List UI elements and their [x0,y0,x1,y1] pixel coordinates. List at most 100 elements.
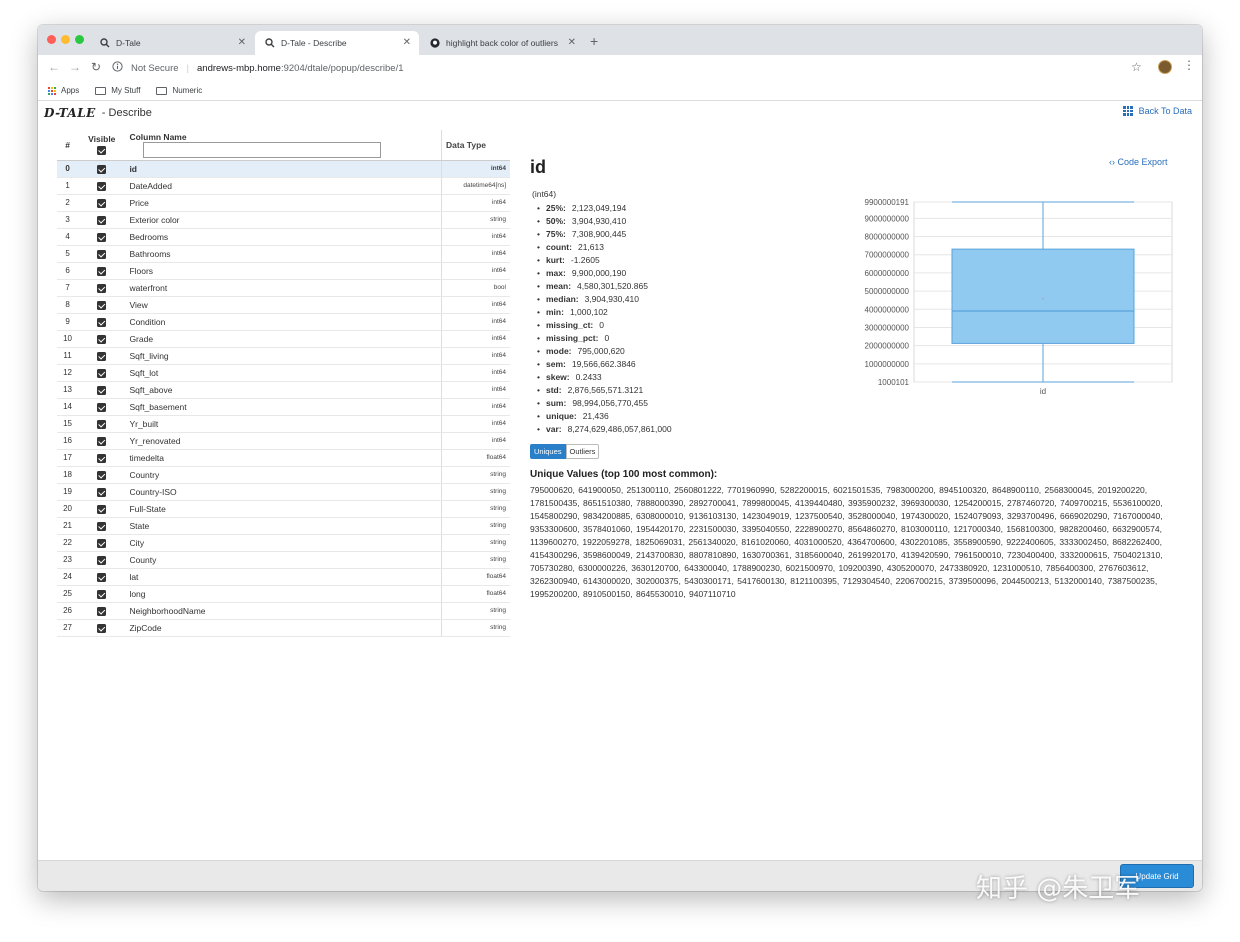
table-row[interactable]: 12 Sqft_lot int64 [57,364,510,382]
column-name-cell[interactable]: long [125,585,443,603]
close-icon[interactable]: ✕ [403,37,411,48]
column-name-cell[interactable]: lat [125,568,443,586]
bookmark-numeric[interactable]: Numeric [156,86,202,95]
table-row[interactable]: 27 ZipCode string [57,619,510,637]
visible-checkbox[interactable] [97,385,107,395]
table-row[interactable]: 1 DateAdded datetime64[ns] [57,177,510,195]
column-name-cell[interactable]: Yr_renovated [125,432,443,450]
column-name-cell[interactable]: NeighborhoodName [125,602,443,620]
info-icon[interactable] [112,61,123,75]
visible-checkbox[interactable] [97,300,107,310]
table-row[interactable]: 22 City string [57,534,510,552]
code-export-link[interactable]: ‹› Code Export [1109,157,1168,167]
table-row[interactable]: 14 Sqft_basement int64 [57,398,510,416]
bookmark-apps[interactable]: Apps [48,86,79,95]
column-name-cell[interactable]: Sqft_above [125,381,443,399]
column-name-cell[interactable]: City [125,534,443,552]
visible-checkbox[interactable] [97,351,107,361]
table-row[interactable]: 8 View int64 [57,296,510,314]
visible-checkbox[interactable] [97,623,107,633]
table-row[interactable]: 3 Exterior color string [57,211,510,229]
visible-checkbox[interactable] [97,402,107,412]
visible-checkbox[interactable] [97,538,107,548]
visible-checkbox[interactable] [97,453,107,463]
visible-checkbox[interactable] [97,470,107,480]
tab-outliers[interactable]: Outliers [565,444,600,459]
visible-checkbox[interactable] [97,606,107,616]
column-name-cell[interactable]: Bedrooms [125,228,443,246]
column-name-cell[interactable]: Bathrooms [125,245,443,263]
visible-checkbox[interactable] [97,368,107,378]
table-row[interactable]: 16 Yr_renovated int64 [57,432,510,450]
table-row[interactable]: 2 Price int64 [57,194,510,212]
visible-checkbox[interactable] [97,436,107,446]
visible-checkbox[interactable] [97,215,107,225]
column-filter-input[interactable] [143,141,382,158]
close-icon[interactable]: ✕ [568,37,576,48]
table-row[interactable]: 9 Condition int64 [57,313,510,331]
table-row[interactable]: 19 Country-ISO string [57,483,510,501]
column-name-cell[interactable]: waterfront [125,279,443,297]
forward-arrow-icon[interactable]: → [69,60,81,74]
star-icon[interactable]: ☆ [1131,60,1142,74]
more-menu-icon[interactable]: ⋮ [1183,58,1195,72]
column-name-cell[interactable]: Country [125,466,443,484]
tab-dtale[interactable]: D-Tale ✕ [90,31,254,55]
column-name-cell[interactable]: View [125,296,443,314]
visible-checkbox[interactable] [97,181,107,191]
visible-checkbox[interactable] [97,164,107,174]
column-name-cell[interactable]: Price [125,194,443,212]
avatar[interactable] [1158,60,1172,74]
back-to-data-link[interactable]: Back To Data [1123,106,1192,116]
table-row[interactable]: 23 County string [57,551,510,569]
address-bar[interactable]: Not Secure | andrews-mbp.home:9204/dtale… [112,58,1122,78]
column-name-cell[interactable]: id [125,160,443,178]
column-name-cell[interactable]: Country-ISO [125,483,443,501]
close-icon[interactable]: ✕ [238,37,246,48]
visible-checkbox[interactable] [97,334,107,344]
minimize-window-button[interactable] [61,35,70,44]
back-arrow-icon[interactable]: ← [48,60,60,74]
visible-checkbox[interactable] [97,572,107,582]
select-all-checkbox[interactable] [97,146,107,156]
table-row[interactable]: 26 NeighborhoodName string [57,602,510,620]
visible-checkbox[interactable] [97,283,107,293]
new-tab-button[interactable]: + [590,33,598,49]
table-row[interactable]: 7 waterfront bool [57,279,510,297]
table-row[interactable]: 20 Full-State string [57,500,510,518]
table-row[interactable]: 6 Floors int64 [57,262,510,280]
table-row[interactable]: 5 Bathrooms int64 [57,245,510,263]
table-row[interactable]: 25 long float64 [57,585,510,603]
table-row[interactable]: 4 Bedrooms int64 [57,228,510,246]
table-row[interactable]: 21 State string [57,517,510,535]
column-name-cell[interactable]: County [125,551,443,569]
visible-checkbox[interactable] [97,317,107,327]
table-row[interactable]: 13 Sqft_above int64 [57,381,510,399]
visible-checkbox[interactable] [97,589,107,599]
column-name-cell[interactable]: Condition [125,313,443,331]
table-row[interactable]: 18 Country string [57,466,510,484]
zoom-window-button[interactable] [75,35,84,44]
tab-github-issue[interactable]: highlight back color of outliers ✕ [420,31,584,55]
column-name-cell[interactable]: Grade [125,330,443,348]
bookmark-my-stuff[interactable]: My Stuff [95,86,140,95]
visible-checkbox[interactable] [97,266,107,276]
tab-uniques[interactable]: Uniques [530,444,566,459]
column-name-cell[interactable]: Full-State [125,500,443,518]
table-row[interactable]: 10 Grade int64 [57,330,510,348]
column-name-cell[interactable]: Floors [125,262,443,280]
table-row[interactable]: 17 timedelta float64 [57,449,510,467]
visible-checkbox[interactable] [97,249,107,259]
visible-checkbox[interactable] [97,521,107,531]
column-name-cell[interactable]: Exterior color [125,211,443,229]
visible-checkbox[interactable] [97,232,107,242]
table-row[interactable]: 0 id int64 [57,160,510,178]
column-name-cell[interactable]: timedelta [125,449,443,467]
column-name-cell[interactable]: ZipCode [125,619,443,637]
column-name-cell[interactable]: State [125,517,443,535]
visible-checkbox[interactable] [97,419,107,429]
visible-checkbox[interactable] [97,555,107,565]
close-window-button[interactable] [47,35,56,44]
visible-checkbox[interactable] [97,487,107,497]
tab-dtale-describe[interactable]: D-Tale - Describe ✕ [255,31,419,55]
